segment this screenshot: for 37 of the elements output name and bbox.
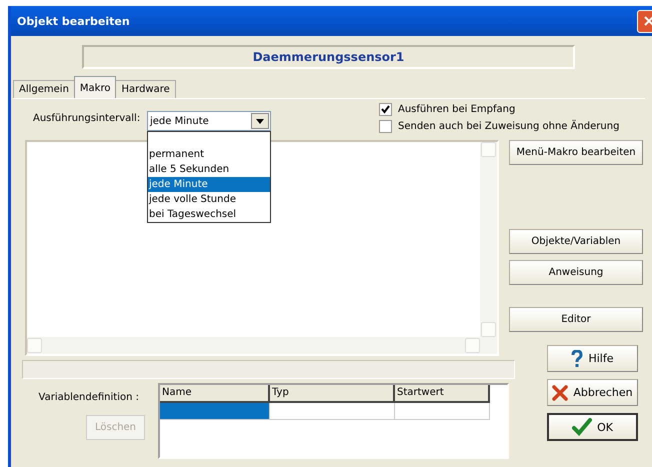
tab[interactable]: Makro bbox=[74, 76, 116, 98]
close-icon bbox=[642, 15, 652, 27]
window-title: Objekt bearbeiten bbox=[17, 14, 130, 28]
dialog-button[interactable]: Hilfe bbox=[547, 345, 638, 372]
side-button[interactable]: Menü-Makro bearbeiten bbox=[509, 140, 643, 165]
side-button[interactable]: Anweisung bbox=[509, 260, 643, 285]
side-button[interactable]: Editor bbox=[509, 307, 643, 332]
tab[interactable]: Allgemein bbox=[13, 80, 75, 98]
table-cell[interactable] bbox=[160, 403, 270, 420]
dropdown-option[interactable]: permanent bbox=[148, 147, 270, 162]
vertical-scrollbar[interactable] bbox=[480, 142, 497, 337]
scrollbar-corner bbox=[480, 337, 497, 354]
checkbox-label: Senden auch bei Zuweisung ohne Änderung bbox=[398, 121, 620, 132]
interval-label: Ausführungsintervall: bbox=[33, 113, 142, 124]
dialog-button[interactable]: Abbrechen bbox=[547, 379, 638, 406]
tab[interactable]: Hardware bbox=[115, 80, 176, 98]
column-header[interactable]: Startwert bbox=[395, 385, 490, 403]
checkbox-label: Ausführen bei Empfang bbox=[398, 104, 516, 115]
table-cell[interactable] bbox=[395, 403, 490, 420]
dialog-button[interactable]: OK bbox=[547, 413, 638, 441]
side-button[interactable]: Objekte/Variablen bbox=[509, 229, 643, 254]
column-header[interactable]: Typ bbox=[270, 385, 395, 403]
checkbox[interactable] bbox=[379, 103, 392, 116]
horizontal-scrollbar[interactable] bbox=[27, 337, 480, 354]
table-cell[interactable] bbox=[270, 403, 395, 420]
dropdown-value: jede Minute bbox=[150, 116, 209, 126]
help-icon bbox=[571, 350, 584, 368]
checkmark-icon bbox=[572, 418, 592, 436]
object-name: Daemmerungssensor1 bbox=[252, 50, 404, 64]
dropdown-option[interactable]: jede volle Stunde bbox=[148, 192, 270, 207]
checkbox[interactable] bbox=[379, 120, 392, 133]
variables-label: Variablendefinition : bbox=[38, 392, 139, 403]
column-header[interactable]: Name bbox=[160, 385, 270, 403]
dropdown-option[interactable]: alle 5 Sekunden bbox=[148, 162, 270, 177]
cross-icon bbox=[552, 384, 568, 400]
dropdown-option[interactable]: bei Tageswechsel bbox=[148, 207, 270, 222]
dropdown-option[interactable]: jede Minute bbox=[148, 177, 270, 192]
